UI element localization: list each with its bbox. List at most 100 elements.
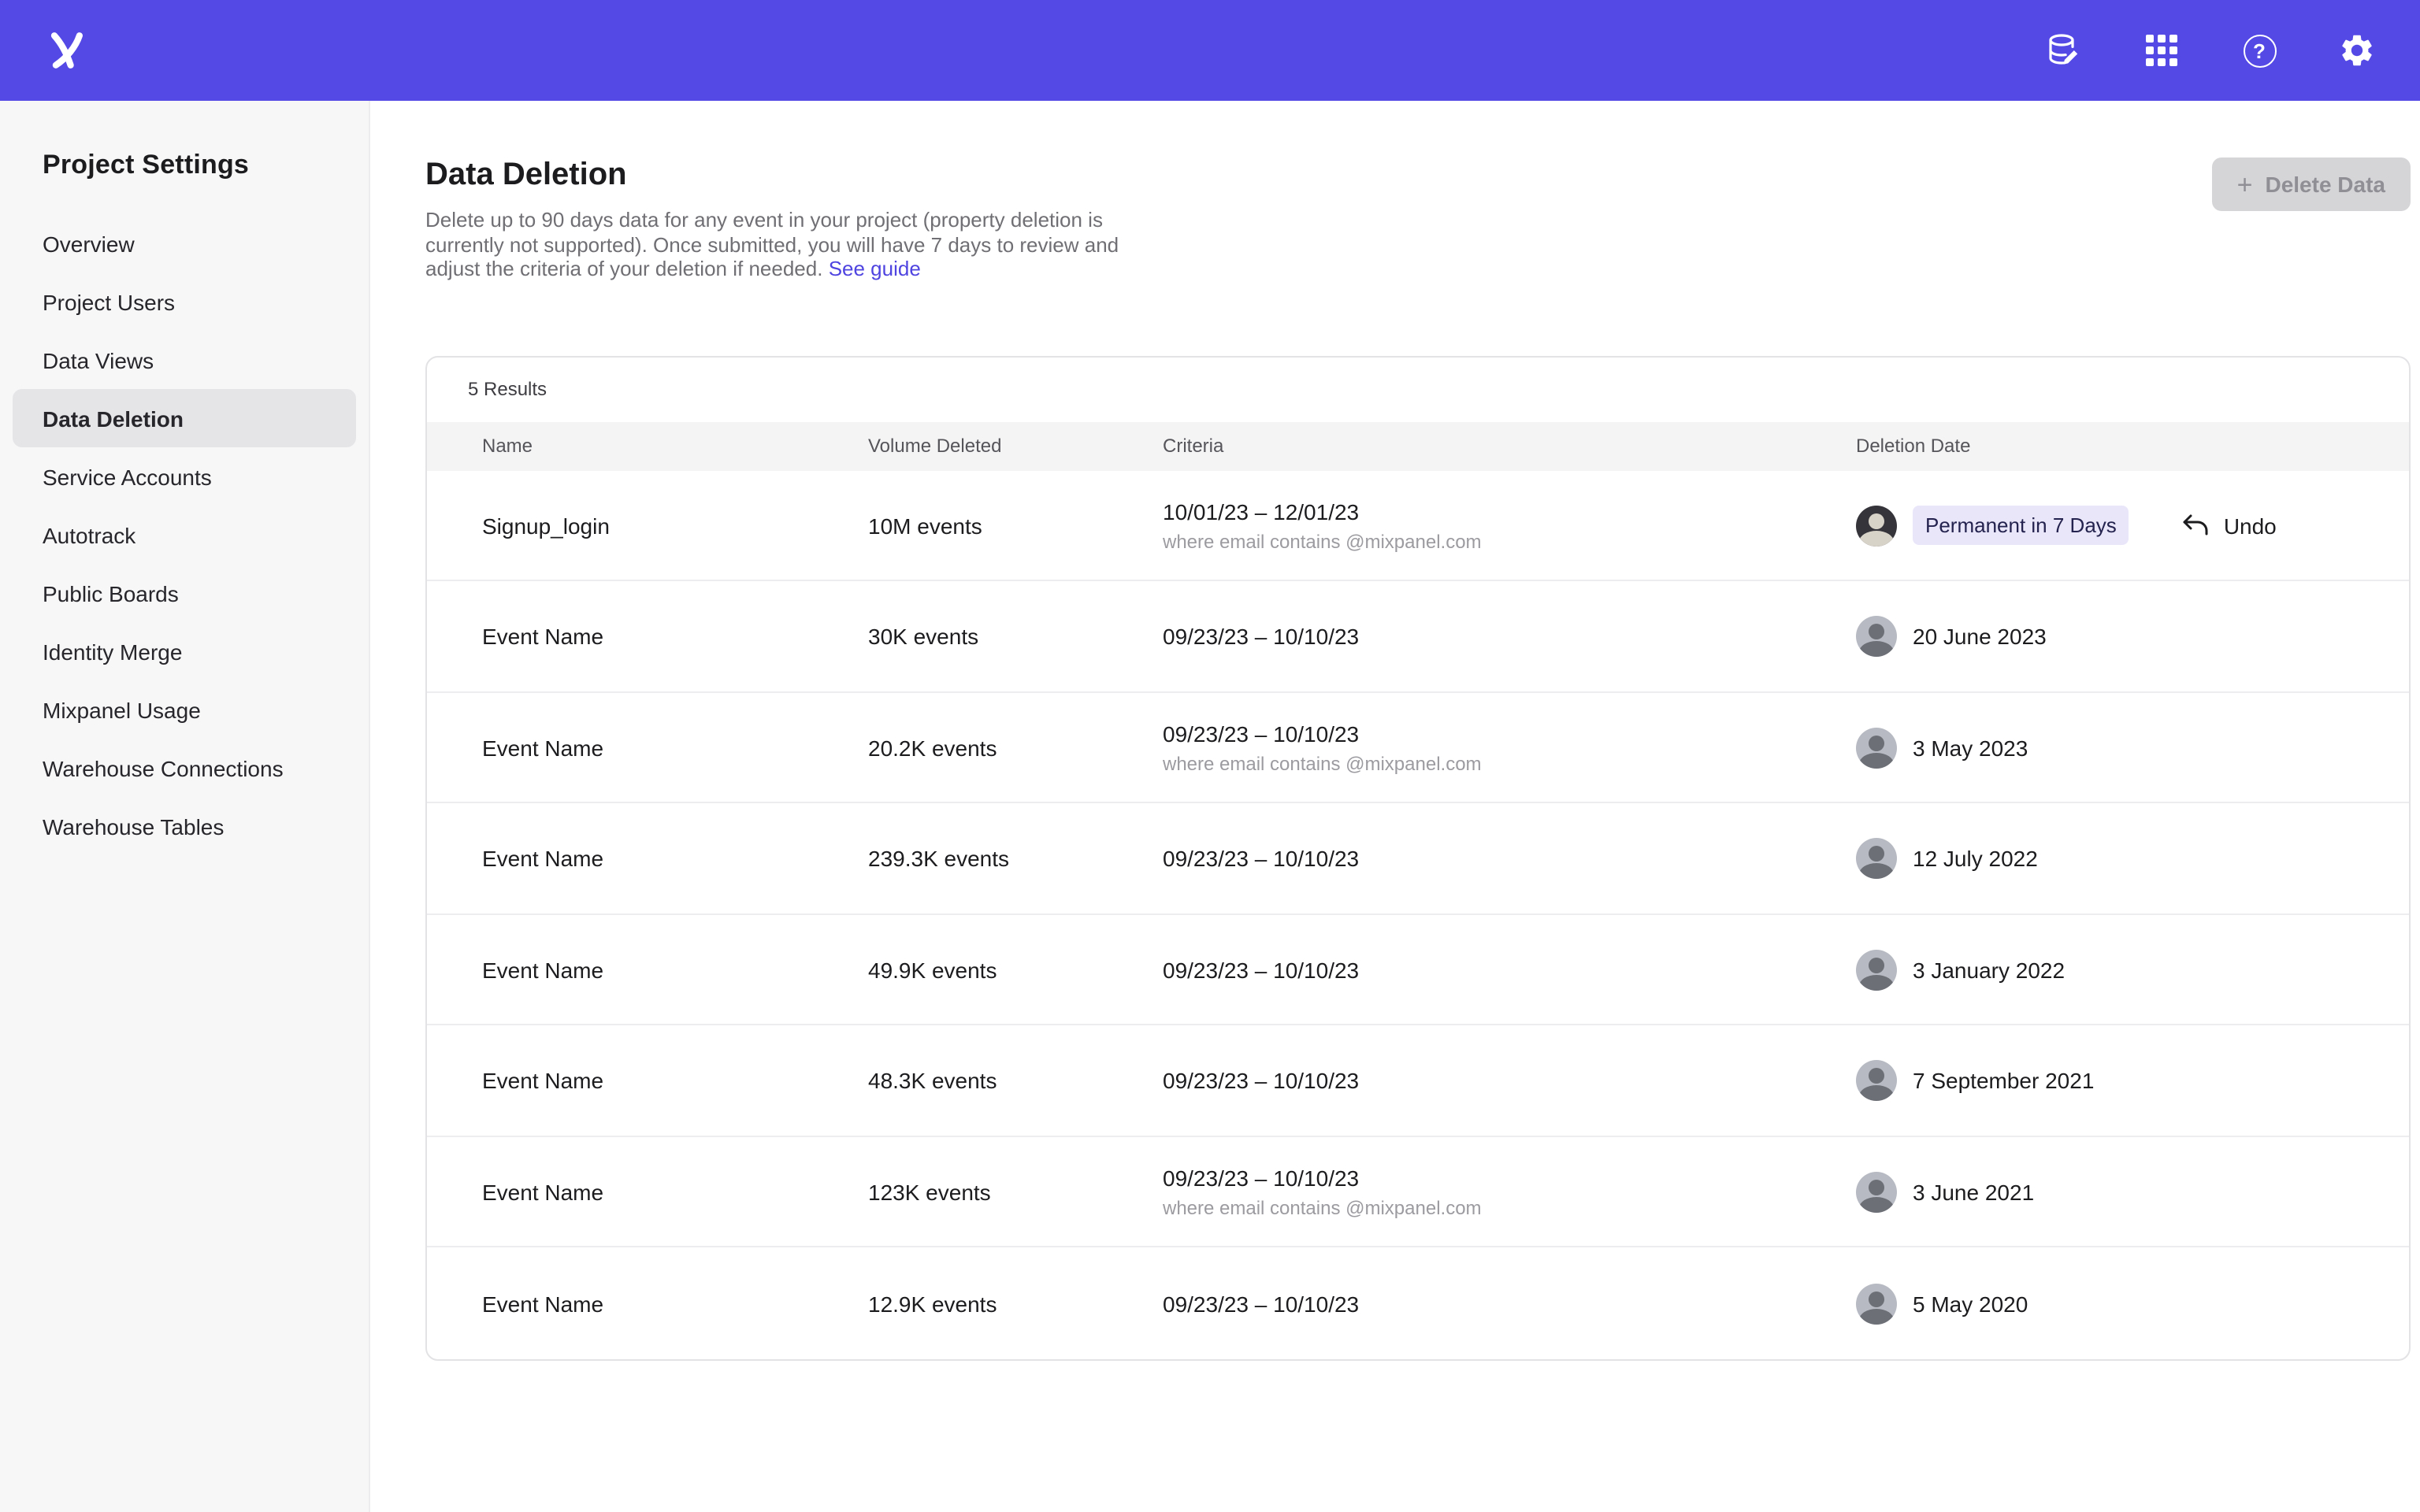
row-deletion-date: 7 September 2021: [1856, 1060, 2371, 1101]
row-criteria: 09/23/23 – 10/10/23: [1163, 957, 1856, 982]
column-header-name: Name: [482, 435, 868, 458]
row-deletion-date: 5 May 2020: [1856, 1283, 2371, 1324]
avatar: [1856, 1060, 1897, 1101]
column-header-volume-deleted: Volume Deleted: [868, 435, 1163, 458]
row-name: Event Name: [482, 1068, 868, 1093]
delete-data-button-label: Delete Data: [2265, 172, 2385, 197]
page-title: Data Deletion: [425, 158, 1138, 194]
table-row: Event Name 20.2K events 09/23/23 – 10/10…: [427, 693, 2409, 804]
sidebar-item-warehouse-connections[interactable]: Warehouse Connections: [13, 739, 356, 797]
row-deletion-date: 3 May 2023: [1856, 727, 2371, 768]
sidebar-item-public-boards[interactable]: Public Boards: [13, 564, 356, 622]
deletion-date-text: 5 May 2020: [1913, 1291, 2028, 1316]
column-header-deletion-date: Deletion Date: [1856, 435, 2371, 458]
sidebar-item-data-views[interactable]: Data Views: [13, 331, 356, 389]
row-volume: 10M events: [868, 513, 1163, 538]
sidebar-item-mixpanel-usage[interactable]: Mixpanel Usage: [13, 680, 356, 739]
table-row: Event Name 30K events 09/23/23 – 10/10/2…: [427, 582, 2409, 693]
deletion-table-card: 5 Results Name Volume Deleted Criteria D…: [425, 356, 2411, 1361]
sidebar: Project Settings Overview Project Users …: [0, 101, 370, 1512]
sidebar-item-data-deletion[interactable]: Data Deletion: [13, 389, 356, 447]
deletion-date-text: 7 September 2021: [1913, 1068, 2094, 1093]
undo-button[interactable]: Undo: [2183, 513, 2277, 538]
row-criteria: 09/23/23 – 10/10/23: [1163, 624, 1856, 649]
app-window: ? Project Settings Overview Project User…: [0, 0, 2420, 1512]
row-criteria-filter: where email contains @mixpanel.com: [1163, 752, 1856, 774]
avatar: [1856, 616, 1897, 657]
table-row: Signup_login 10M events 10/01/23 – 12/01…: [427, 471, 2409, 582]
table-row: Event Name 123K events 09/23/23 – 10/10/…: [427, 1137, 2409, 1248]
sidebar-item-warehouse-tables[interactable]: Warehouse Tables: [13, 797, 356, 855]
row-volume: 30K events: [868, 624, 1163, 649]
row-volume: 49.9K events: [868, 957, 1163, 982]
apps-grid-icon[interactable]: [2141, 30, 2182, 71]
undo-icon: [2183, 513, 2210, 537]
row-volume: 239.3K events: [868, 846, 1163, 871]
settings-icon[interactable]: [2336, 30, 2377, 71]
row-deletion-date: Permanent in 7 Days Undo: [1856, 505, 2371, 546]
row-criteria-range: 10/01/23 – 12/01/23: [1163, 498, 1856, 524]
deletion-date-text: 20 June 2023: [1913, 624, 2047, 649]
delete-data-button[interactable]: + Delete Data: [2212, 158, 2411, 211]
sidebar-item-service-accounts[interactable]: Service Accounts: [13, 447, 356, 506]
sidebar-item-identity-merge[interactable]: Identity Merge: [13, 622, 356, 680]
row-volume: 20.2K events: [868, 735, 1163, 760]
table-row: Event Name 12.9K events 09/23/23 – 10/10…: [427, 1248, 2409, 1359]
data-icon[interactable]: [2043, 30, 2084, 71]
row-criteria-range: 09/23/23 – 10/10/23: [1163, 846, 1856, 871]
mixpanel-logo[interactable]: [43, 25, 93, 76]
row-deletion-date: 20 June 2023: [1856, 616, 2371, 657]
sidebar-item-autotrack[interactable]: Autotrack: [13, 506, 356, 564]
sidebar-nav: Overview Project Users Data Views Data D…: [13, 214, 356, 855]
table-header-row: Name Volume Deleted Criteria Deletion Da…: [427, 422, 2409, 471]
row-criteria: 09/23/23 – 10/10/23: [1163, 1068, 1856, 1093]
avatar: [1856, 1283, 1897, 1324]
page-header-text: Data Deletion Delete up to 90 days data …: [425, 158, 1138, 302]
row-criteria-filter: where email contains @mixpanel.com: [1163, 1196, 1856, 1218]
row-criteria-filter: where email contains @mixpanel.com: [1163, 530, 1856, 552]
deletion-date-text: 12 July 2022: [1913, 846, 2038, 871]
main-content: Data Deletion Delete up to 90 days data …: [370, 101, 2420, 1512]
row-name: Event Name: [482, 957, 868, 982]
question-mark-glyph: ?: [2243, 34, 2276, 67]
row-criteria-range: 09/23/23 – 10/10/23: [1163, 721, 1856, 746]
row-criteria-range: 09/23/23 – 10/10/23: [1163, 957, 1856, 982]
sidebar-item-project-users[interactable]: Project Users: [13, 272, 356, 331]
deletion-date-text: 3 January 2022: [1913, 957, 2065, 982]
row-name: Event Name: [482, 624, 868, 649]
table-row: Event Name 48.3K events 09/23/23 – 10/10…: [427, 1026, 2409, 1137]
row-criteria: 09/23/23 – 10/10/23: [1163, 846, 1856, 871]
row-deletion-date: 3 January 2022: [1856, 949, 2371, 990]
results-count: 5 Results: [427, 358, 2409, 422]
deletion-date-text: 3 May 2023: [1913, 735, 2028, 760]
row-deletion-date: 3 June 2021: [1856, 1171, 2371, 1212]
row-criteria-range: 09/23/23 – 10/10/23: [1163, 1068, 1856, 1093]
row-volume: 48.3K events: [868, 1068, 1163, 1093]
row-deletion-date: 12 July 2022: [1856, 838, 2371, 879]
row-volume: 123K events: [868, 1179, 1163, 1204]
permanent-badge: Permanent in 7 Days: [1913, 506, 2129, 545]
deletion-date-text: 3 June 2021: [1913, 1179, 2034, 1204]
topbar: ?: [0, 0, 2420, 101]
row-name: Event Name: [482, 735, 868, 760]
see-guide-link[interactable]: See guide: [829, 257, 921, 280]
topbar-actions: ?: [2043, 30, 2377, 71]
avatar: [1856, 949, 1897, 990]
avatar: [1856, 505, 1897, 546]
table-row: Event Name 239.3K events 09/23/23 – 10/1…: [427, 804, 2409, 915]
row-name: Event Name: [482, 1179, 868, 1204]
row-name: Event Name: [482, 846, 868, 871]
row-name: Event Name: [482, 1291, 868, 1316]
avatar: [1856, 838, 1897, 879]
row-criteria-range: 09/23/23 – 10/10/23: [1163, 624, 1856, 649]
page-description-text: Delete up to 90 days data for any event …: [425, 208, 1119, 280]
row-criteria-range: 09/23/23 – 10/10/23: [1163, 1291, 1856, 1316]
sidebar-item-overview[interactable]: Overview: [13, 214, 356, 272]
page-header: Data Deletion Delete up to 90 days data …: [425, 158, 2411, 302]
table-row: Event Name 49.9K events 09/23/23 – 10/10…: [427, 915, 2409, 1026]
help-icon[interactable]: ?: [2239, 30, 2280, 71]
avatar: [1856, 727, 1897, 768]
row-criteria: 10/01/23 – 12/01/23 where email contains…: [1163, 498, 1856, 552]
undo-label: Undo: [2224, 513, 2277, 538]
row-volume: 12.9K events: [868, 1291, 1163, 1316]
